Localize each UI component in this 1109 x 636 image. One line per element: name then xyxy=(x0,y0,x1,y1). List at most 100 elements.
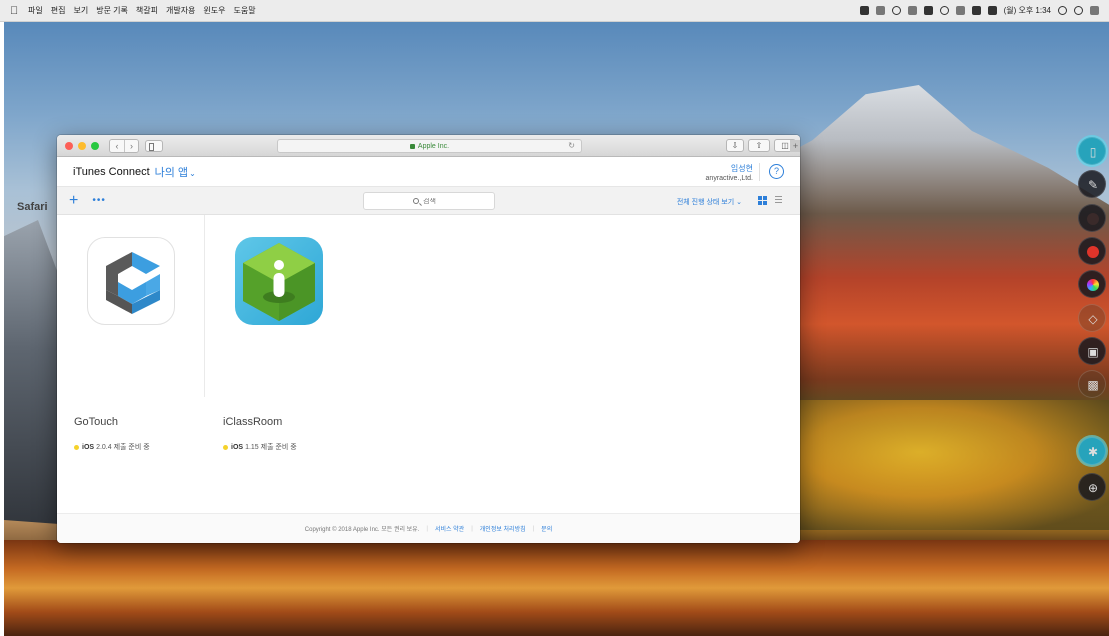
apps-grid: GoTouch iOS 2.0.4 제출 준비 중 iClassRoom iOS… xyxy=(57,215,800,513)
search-field[interactable] xyxy=(363,192,495,210)
eraser-tool-button[interactable]: ◇ xyxy=(1078,304,1106,332)
help-icon[interactable]: ? xyxy=(769,164,784,179)
mouse-tool-button[interactable]: ▯ xyxy=(1078,137,1106,165)
app-status: iOS 2.0.4 제출 준비 중 xyxy=(74,442,150,452)
mouse-icon: ▯ xyxy=(1089,145,1097,159)
wallpaper-lake xyxy=(4,540,1109,636)
app-status: iOS 1.15 제출 준비 중 xyxy=(223,442,297,452)
pen-tool-button[interactable]: ✎ xyxy=(1078,170,1106,198)
app-name[interactable]: iClassRoom xyxy=(223,416,282,428)
menubar:  Safari 파일 편집 보기 방문 기록 책갈피 개발자용 윈도우 도움말… xyxy=(0,0,1109,213)
menu-window[interactable]: 윈도우 xyxy=(203,5,225,16)
footer-separator: | xyxy=(471,525,473,532)
camera-icon: ▣ xyxy=(1087,345,1099,359)
platform-label: iOS xyxy=(231,443,244,451)
menu-app-name[interactable]: Safari xyxy=(17,201,48,213)
fullscreen-window-button[interactable] xyxy=(91,141,99,150)
search-icon xyxy=(413,198,419,204)
menu-view[interactable]: 보기 xyxy=(73,5,88,16)
battery-icon[interactable] xyxy=(971,6,981,15)
apple-menu-icon[interactable]:  xyxy=(10,5,20,17)
volume-icon[interactable] xyxy=(955,6,965,15)
share-button[interactable]: ⇧ xyxy=(748,139,770,152)
back-button[interactable]: ‹ xyxy=(110,139,124,152)
camera-tool-button[interactable]: ▣ xyxy=(1078,337,1106,365)
menu-develop[interactable]: 개발자용 xyxy=(166,5,195,16)
lock-icon xyxy=(409,143,415,149)
forward-button[interactable]: › xyxy=(124,139,138,152)
itc-title[interactable]: iTunes Connect xyxy=(73,166,150,178)
status-dot xyxy=(223,444,228,450)
eraser-icon: ◇ xyxy=(1088,312,1098,326)
address-bar[interactable]: Apple Inc. ↻ xyxy=(277,139,582,153)
status-text: 2.0.4 제출 준비 중 xyxy=(96,444,150,451)
notification-center-icon[interactable] xyxy=(1090,6,1099,15)
menu-edit[interactable]: 편집 xyxy=(51,5,66,16)
black-color-button[interactable] xyxy=(1078,204,1106,232)
grid-view-icon[interactable] xyxy=(758,196,768,206)
bluetooth-icon: ✱ xyxy=(1087,445,1099,459)
user-name: 임성현 xyxy=(730,164,753,173)
black-color-swatch xyxy=(1087,213,1099,225)
menu-file[interactable]: 파일 xyxy=(28,5,43,16)
spotlight-icon[interactable] xyxy=(1058,6,1067,15)
search-input[interactable] xyxy=(423,197,445,205)
app-card-gotouch[interactable]: GoTouch iOS 2.0.4 제출 준비 중 xyxy=(57,215,205,451)
menubar-status-area: (월) 오후 1:34 xyxy=(859,5,1099,16)
dropbox-icon[interactable] xyxy=(859,6,869,15)
siri-icon[interactable] xyxy=(1074,6,1083,15)
red-color-swatch xyxy=(1087,246,1099,258)
downloads-button[interactable]: ⇩ xyxy=(726,139,744,152)
sidebar-toggle-button[interactable] xyxy=(145,139,163,152)
window-toolbar-right: ⇩ ⇧ ◫ xyxy=(726,139,796,152)
menu-bookmarks[interactable]: 책갈피 xyxy=(136,5,158,16)
menu-history[interactable]: 방문 기록 xyxy=(96,5,128,16)
new-tab-button[interactable]: + xyxy=(790,140,800,152)
pen-icon: ✎ xyxy=(1087,178,1099,192)
status-filter-dropdown[interactable]: 전체 진행 상태 보기 ⌄ xyxy=(677,197,742,207)
bluetooth-status-icon[interactable] xyxy=(907,6,917,15)
time-machine-icon[interactable] xyxy=(891,6,901,15)
menu-help[interactable]: 도움말 xyxy=(234,5,256,16)
list-view-icon[interactable] xyxy=(775,196,784,205)
more-options-button[interactable]: ••• xyxy=(92,195,106,206)
airplay-icon[interactable] xyxy=(923,6,933,15)
lock-tool-button[interactable]: ▩ xyxy=(1078,370,1106,398)
bluetooth-tool-button[interactable]: ✱ xyxy=(1078,437,1106,465)
header-divider xyxy=(759,163,760,181)
add-app-button[interactable]: + xyxy=(69,192,78,209)
itc-footer: Copyright © 2018 Apple Inc. 모든 권리 보유. | … xyxy=(57,513,800,543)
close-window-button[interactable] xyxy=(65,141,73,150)
privacy-link[interactable]: 개인정보 처리방침 xyxy=(480,524,526,533)
reload-icon[interactable]: ↻ xyxy=(568,141,575,150)
wifi-icon[interactable] xyxy=(939,6,949,15)
chevron-down-icon: ⌄ xyxy=(189,168,196,178)
app-name[interactable]: GoTouch xyxy=(74,416,118,428)
input-source-icon[interactable] xyxy=(987,6,997,15)
window-titlebar[interactable]: ‹ › Apple Inc. ↻ ⇩ ⇧ ◫ + xyxy=(57,135,800,157)
copyright-text: Copyright © 2018 Apple Inc. 모든 권리 보유. xyxy=(304,527,420,533)
apps-toolbar: + ••• 전체 진행 상태 보기 ⌄ xyxy=(57,187,800,215)
my-apps-dropdown[interactable]: 나의 앱⌄ xyxy=(155,164,196,180)
menubar-clock[interactable]: (월) 오후 1:34 xyxy=(1004,5,1051,16)
app-card-iclassroom[interactable]: iClassRoom iOS 1.15 제출 준비 중 xyxy=(205,215,355,451)
red-color-button[interactable] xyxy=(1078,237,1106,265)
address-text: Apple Inc. xyxy=(417,142,450,150)
my-apps-label: 나의 앱 xyxy=(154,166,189,179)
contact-link[interactable]: 문의 xyxy=(541,524,552,533)
itc-header: iTunes Connect 나의 앱⌄ 임성현 anyractive.,Ltd… xyxy=(57,157,800,187)
status-app-icon[interactable] xyxy=(875,6,885,15)
rainbow-color-button[interactable] xyxy=(1078,270,1106,298)
rainbow-color-swatch xyxy=(1087,279,1099,291)
iclassroom-app-icon[interactable] xyxy=(235,237,323,325)
crosshair-tool-button[interactable]: ⊕ xyxy=(1078,473,1106,501)
safari-window: ‹ › Apple Inc. ↻ ⇩ ⇧ ◫ + iTunes Connect … xyxy=(57,135,800,543)
user-org: anyractive.,Ltd. xyxy=(705,175,753,182)
minimize-window-button[interactable] xyxy=(78,141,86,150)
status-dot xyxy=(74,444,79,450)
gotouch-app-icon[interactable] xyxy=(87,237,175,325)
status-text: 1.15 제출 준비 중 xyxy=(245,444,297,451)
user-menu[interactable]: 임성현 anyractive.,Ltd. xyxy=(706,163,753,182)
footer-separator: | xyxy=(532,525,535,532)
terms-link[interactable]: 서비스 약관 xyxy=(435,524,464,533)
